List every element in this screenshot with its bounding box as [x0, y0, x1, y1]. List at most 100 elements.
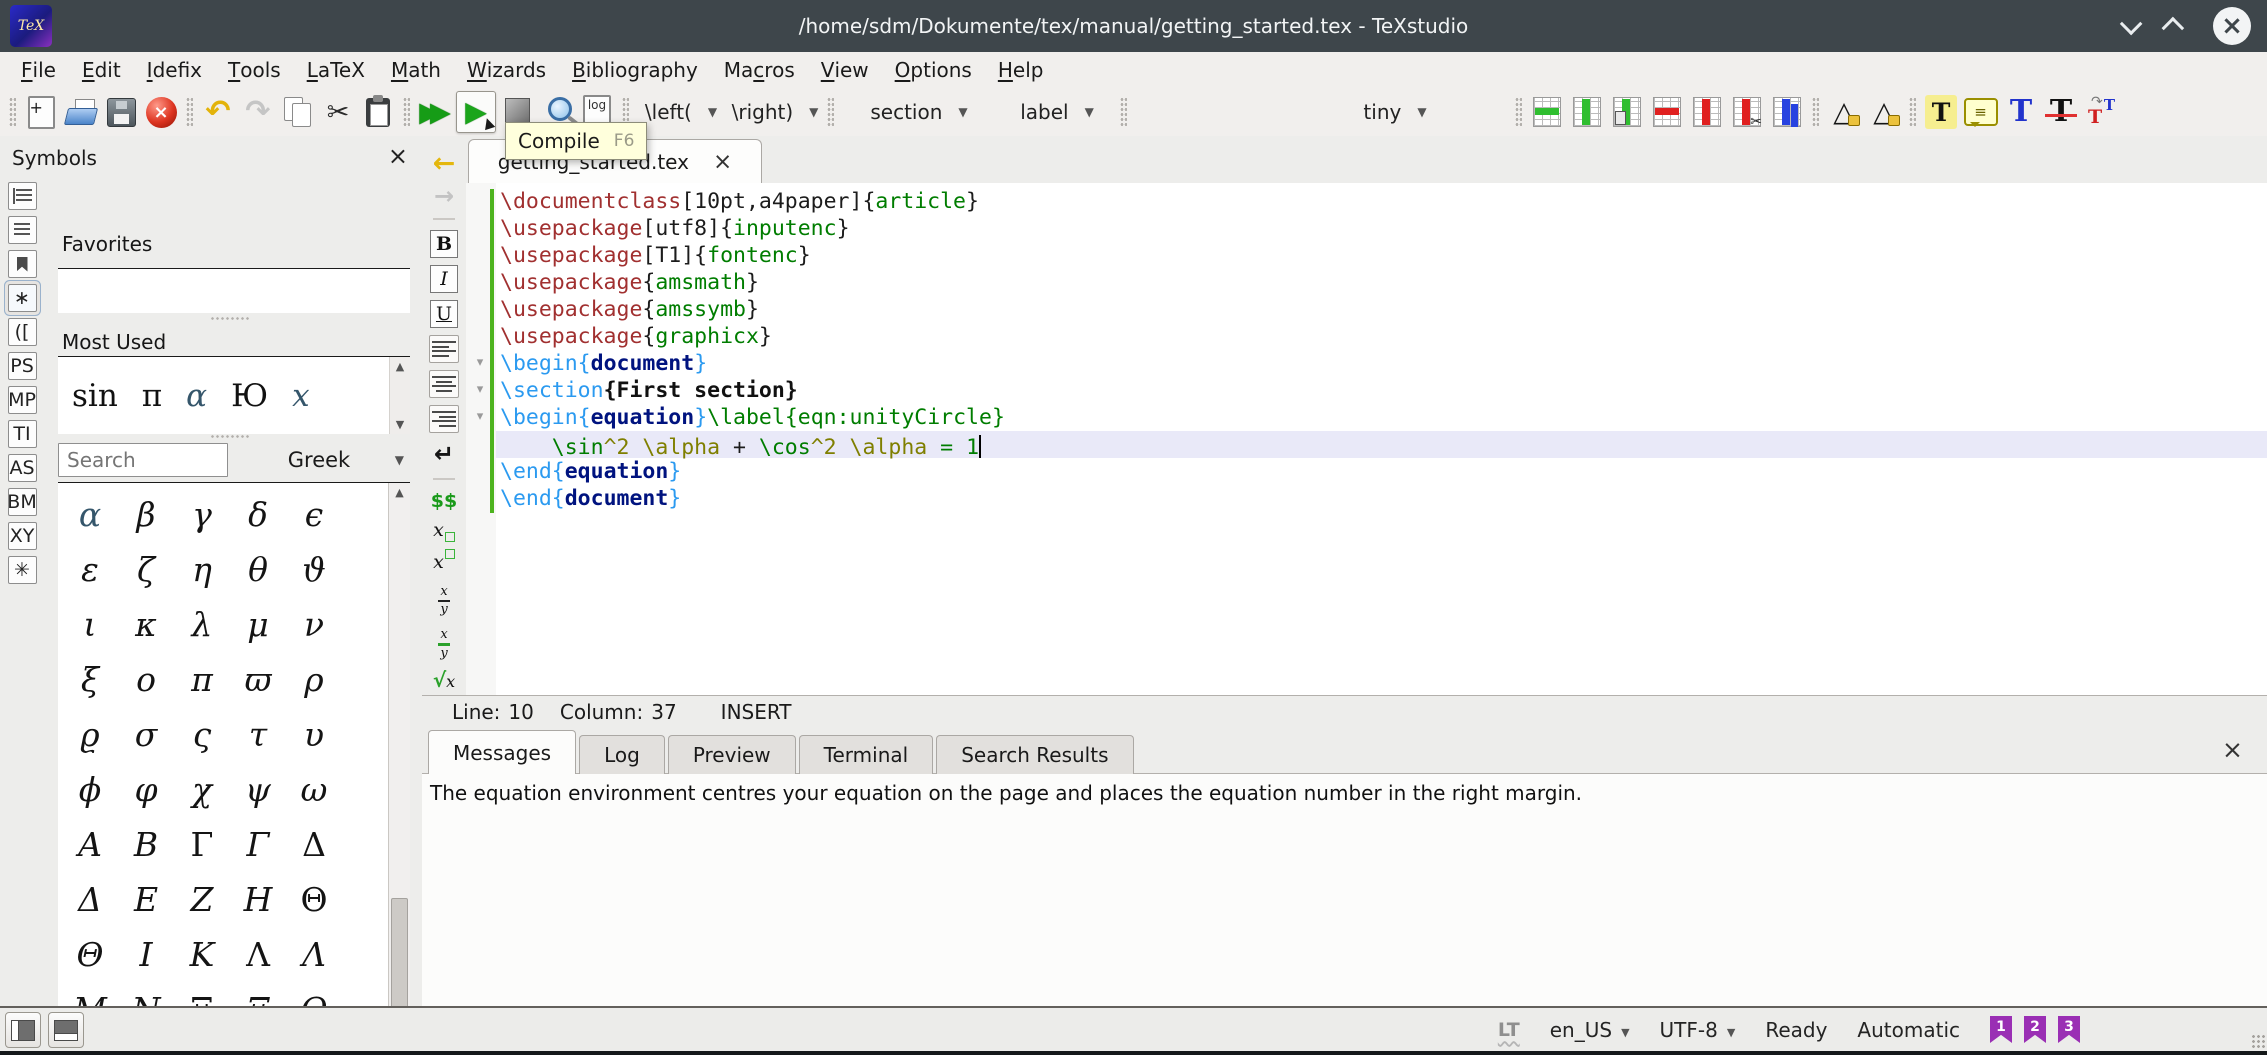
left-delimiter-dropdown[interactable]: \left(▼ — [634, 94, 728, 130]
highlight-text-button[interactable]: T — [1922, 92, 1960, 132]
greek-symbol[interactable]: η — [174, 542, 230, 597]
open-document-button[interactable] — [62, 92, 100, 132]
greek-symbol[interactable]: σ — [118, 707, 174, 762]
close-window-button[interactable]: × — [2213, 7, 2251, 45]
copy-button[interactable] — [279, 92, 317, 132]
greek-symbol[interactable]: ϵ — [286, 487, 342, 542]
undo-button[interactable]: ↶ — [199, 92, 237, 132]
comment-text-button[interactable]: ≡ — [1962, 92, 2000, 132]
most-used-scroll-down-button[interactable]: ▼ — [396, 418, 404, 431]
menu-item-edit[interactable]: Edit — [69, 52, 134, 88]
section-handle[interactable] — [210, 434, 250, 440]
greek-symbol[interactable]: ϑ — [286, 542, 342, 597]
line-break-button[interactable]: ↵ — [434, 440, 454, 468]
close-tab-icon[interactable]: × — [713, 151, 732, 174]
new-document-button[interactable]: + — [22, 92, 60, 132]
greek-symbol[interactable]: μ — [230, 597, 286, 652]
toolbar-handle[interactable] — [827, 97, 834, 127]
symbols-tab-bookmarks[interactable] — [8, 250, 37, 278]
greek-symbol[interactable]: ϖ — [230, 652, 286, 707]
align-right-button[interactable] — [429, 405, 459, 433]
greek-symbol[interactable]: ρ — [286, 652, 342, 707]
line-ending-indicator[interactable]: Automatic — [1857, 1018, 1960, 1042]
underline-button[interactable]: U — [430, 300, 458, 328]
toggle-bottom-panel-button[interactable] — [48, 1012, 84, 1048]
text-color-button[interactable]: T — [2002, 92, 2040, 132]
dfrac-button[interactable]: xy — [438, 623, 450, 660]
menu-item-bibliography[interactable]: Bibliography — [559, 52, 711, 88]
symbols-tab-xymatrix[interactable]: XY — [8, 522, 37, 550]
code-editor[interactable]: \documentclass[10pt,a4paper]{article}\us… — [466, 183, 2267, 695]
code-line[interactable]: \end{document} — [496, 485, 2267, 512]
code-line[interactable]: \usepackage{graphicx} — [496, 323, 2267, 350]
greek-symbol[interactable]: υ — [286, 707, 342, 762]
panel-tab-messages[interactable]: Messages — [428, 730, 576, 774]
fraction-button[interactable]: xy — [438, 580, 450, 616]
paste-button[interactable] — [359, 92, 397, 132]
inline-math-button[interactable]: $$ — [431, 490, 457, 512]
code-line[interactable]: \usepackage[T1]{fontenc} — [496, 242, 2267, 269]
greek-symbol[interactable]: ο — [118, 652, 174, 707]
greek-symbol[interactable]: κ — [118, 597, 174, 652]
greek-symbol[interactable]: Λ — [286, 927, 342, 982]
add-table-row-button[interactable] — [1528, 92, 1566, 132]
greek-symbol[interactable]: π — [174, 652, 230, 707]
superscript-button[interactable]: x — [433, 549, 455, 573]
remove-table-column-button[interactable] — [1688, 92, 1726, 132]
menu-item-view[interactable]: View — [808, 52, 882, 88]
code-line[interactable]: \documentclass[10pt,a4paper]{article} — [496, 188, 2267, 215]
code-line[interactable]: \section{First section} — [496, 377, 2267, 404]
italic-button[interactable]: I — [430, 265, 458, 293]
menu-item-tools[interactable]: Tools — [215, 52, 294, 88]
section-dropdown[interactable]: section▼ — [839, 94, 999, 130]
previous-placeholder-button[interactable]: △ — [1825, 92, 1863, 132]
close-document-button[interactable]: × — [142, 92, 180, 132]
subscript-button[interactable]: x — [433, 519, 455, 542]
align-table-columns-button[interactable] — [1768, 92, 1806, 132]
greek-symbol[interactable]: Θ — [286, 872, 342, 927]
greek-symbol[interactable]: γ — [174, 487, 230, 542]
close-symbols-panel-button[interactable]: × — [388, 142, 408, 170]
go-back-button[interactable]: ← — [433, 150, 456, 177]
maximize-button[interactable] — [2162, 17, 2185, 40]
align-center-button[interactable] — [429, 370, 459, 398]
toolbar-handle[interactable] — [1515, 97, 1522, 127]
toolbar-handle[interactable] — [1812, 97, 1819, 127]
greek-symbol[interactable]: ϱ — [62, 707, 118, 762]
greek-symbol[interactable]: ν — [286, 597, 342, 652]
menu-item-options[interactable]: Options — [882, 52, 985, 88]
label-dropdown[interactable]: label▼ — [999, 94, 1115, 130]
greek-symbol[interactable]: ι — [62, 597, 118, 652]
cut-table-column-button[interactable]: ✂ — [1728, 92, 1766, 132]
insert-mode-indicator[interactable]: INSERT — [721, 700, 792, 724]
cut-button[interactable]: ✂ — [319, 92, 357, 132]
bookmark-3-button[interactable]: 3 — [2058, 1016, 2080, 1043]
add-table-column-button[interactable] — [1568, 92, 1606, 132]
section-handle[interactable] — [210, 316, 250, 322]
most-used-symbol[interactable]: sin — [72, 378, 118, 414]
panel-tab-preview[interactable]: Preview — [668, 735, 796, 774]
greek-symbol[interactable]: B — [118, 817, 174, 872]
greek-symbol[interactable]: χ — [174, 762, 230, 817]
code-line[interactable]: \usepackage{amssymb} — [496, 296, 2267, 323]
code-line[interactable]: \end{equation} — [496, 458, 2267, 485]
font-size-dropdown[interactable]: tiny▼ — [1280, 94, 1510, 130]
symbols-tab-pstricks[interactable]: PS — [8, 352, 37, 380]
code-line[interactable]: \begin{equation}\label{eqn:unityCircle} — [496, 404, 2267, 431]
most-used-symbol[interactable]: x — [292, 378, 309, 414]
bold-button[interactable]: B — [430, 230, 458, 258]
menu-item-help[interactable]: Help — [985, 52, 1057, 88]
resize-grip[interactable] — [2251, 1034, 2265, 1048]
toolbar-handle[interactable] — [1909, 97, 1916, 127]
symbols-tab-most-used-symbols[interactable]: ∗ — [8, 284, 37, 312]
greek-symbol[interactable]: K — [174, 927, 230, 982]
greek-symbol[interactable]: E — [118, 872, 174, 927]
most-used-symbol[interactable]: Ю — [231, 378, 268, 414]
toolbar-handle[interactable] — [186, 97, 193, 127]
fold-marker[interactable]: ▾ — [472, 382, 488, 397]
code-line[interactable]: \usepackage[utf8]{inputenc} — [496, 215, 2267, 242]
greek-symbol[interactable]: λ — [174, 597, 230, 652]
greek-symbol[interactable]: Γ — [174, 817, 230, 872]
save-button[interactable] — [102, 92, 140, 132]
next-placeholder-button[interactable]: △ — [1865, 92, 1903, 132]
